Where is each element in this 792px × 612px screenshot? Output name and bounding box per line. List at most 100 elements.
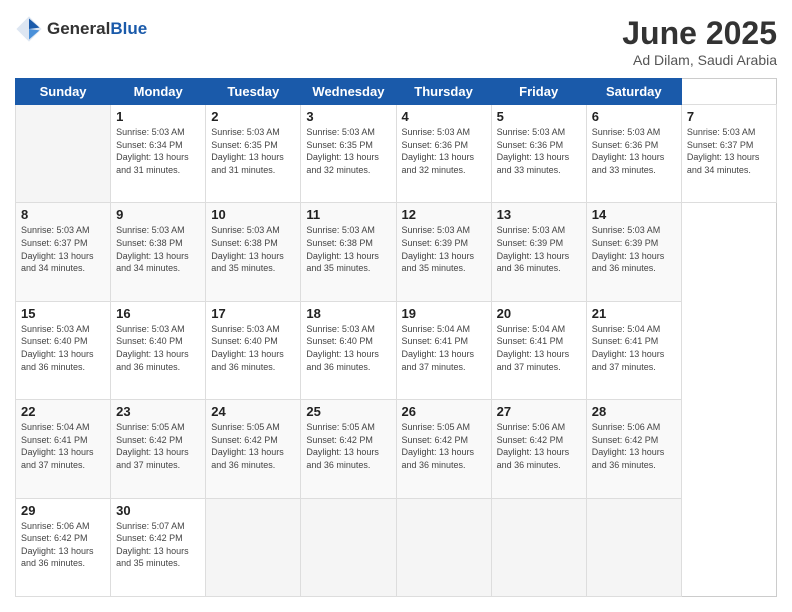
- main-title: June 2025: [622, 15, 777, 52]
- calendar-cell: 1 Sunrise: 5:03 AM Sunset: 6:34 PM Daylig…: [111, 105, 206, 203]
- day-number: 16: [116, 306, 200, 321]
- calendar-week-3: 15 Sunrise: 5:03 AM Sunset: 6:40 PM Dayli…: [16, 301, 777, 399]
- calendar-cell: 4 Sunrise: 5:03 AM Sunset: 6:36 PM Daylig…: [396, 105, 491, 203]
- day-number: 7: [687, 109, 771, 124]
- calendar-cell: 28 Sunrise: 5:06 AM Sunset: 6:42 PM Dayli…: [586, 400, 681, 498]
- calendar-week-2: 8 Sunrise: 5:03 AM Sunset: 6:37 PM Daylig…: [16, 203, 777, 301]
- col-header-friday: Friday: [491, 79, 586, 105]
- calendar-cell: [16, 105, 111, 203]
- header: GeneralBlue June 2025 Ad Dilam, Saudi Ar…: [15, 15, 777, 68]
- calendar-cell: 19 Sunrise: 5:04 AM Sunset: 6:41 PM Dayli…: [396, 301, 491, 399]
- calendar-cell: 17Sunrise: 5:03 AM Sunset: 6:40 PM Dayli…: [206, 301, 301, 399]
- calendar-cell: 20 Sunrise: 5:04 AM Sunset: 6:41 PM Dayli…: [491, 301, 586, 399]
- logo-general: General: [47, 19, 110, 38]
- day-info: Sunrise: 5:03 AM Sunset: 6:40 PM Dayligh…: [21, 323, 105, 373]
- page: GeneralBlue June 2025 Ad Dilam, Saudi Ar…: [0, 0, 792, 612]
- col-header-monday: Monday: [111, 79, 206, 105]
- day-info: Sunrise: 5:03 AM Sunset: 6:40 PM Dayligh…: [116, 323, 200, 373]
- calendar-cell: 13Sunrise: 5:03 AM Sunset: 6:39 PM Dayli…: [491, 203, 586, 301]
- col-header-tuesday: Tuesday: [206, 79, 301, 105]
- day-number: 15: [21, 306, 105, 321]
- day-info: Sunrise: 5:04 AM Sunset: 6:41 PM Dayligh…: [402, 323, 486, 373]
- day-info: Sunrise: 5:06 AM Sunset: 6:42 PM Dayligh…: [21, 520, 105, 570]
- calendar-cell: 7Sunrise: 5:03 AM Sunset: 6:37 PM Daylig…: [681, 105, 776, 203]
- day-info: Sunrise: 5:05 AM Sunset: 6:42 PM Dayligh…: [306, 421, 390, 471]
- day-number: 8: [21, 207, 105, 222]
- col-header-thursday: Thursday: [396, 79, 491, 105]
- day-number: 19: [402, 306, 486, 321]
- calendar-cell: 3 Sunrise: 5:03 AM Sunset: 6:35 PM Daylig…: [301, 105, 396, 203]
- calendar-cell: 16 Sunrise: 5:03 AM Sunset: 6:40 PM Dayli…: [111, 301, 206, 399]
- day-number: 27: [497, 404, 581, 419]
- calendar: SundayMondayTuesdayWednesdayThursdayFrid…: [15, 78, 777, 597]
- calendar-cell: 15 Sunrise: 5:03 AM Sunset: 6:40 PM Dayli…: [16, 301, 111, 399]
- calendar-cell: 8 Sunrise: 5:03 AM Sunset: 6:37 PM Daylig…: [16, 203, 111, 301]
- col-header-wednesday: Wednesday: [301, 79, 396, 105]
- day-info: Sunrise: 5:03 AM Sunset: 6:37 PM Dayligh…: [21, 224, 105, 274]
- calendar-cell: 18Sunrise: 5:03 AM Sunset: 6:40 PM Dayli…: [301, 301, 396, 399]
- day-number: 1: [116, 109, 200, 124]
- logo-text: GeneralBlue: [47, 19, 147, 39]
- calendar-cell: 5 Sunrise: 5:03 AM Sunset: 6:36 PM Daylig…: [491, 105, 586, 203]
- day-info: Sunrise: 5:04 AM Sunset: 6:41 PM Dayligh…: [497, 323, 581, 373]
- calendar-cell: [586, 498, 681, 596]
- day-number: 25: [306, 404, 390, 419]
- day-info: Sunrise: 5:03 AM Sunset: 6:36 PM Dayligh…: [497, 126, 581, 176]
- logo-icon: [15, 15, 43, 43]
- calendar-cell: 25 Sunrise: 5:05 AM Sunset: 6:42 PM Dayli…: [301, 400, 396, 498]
- day-info: Sunrise: 5:03 AM Sunset: 6:38 PM Dayligh…: [116, 224, 200, 274]
- calendar-cell: 26 Sunrise: 5:05 AM Sunset: 6:42 PM Dayli…: [396, 400, 491, 498]
- day-info: Sunrise: 5:03 AM Sunset: 6:35 PM Dayligh…: [306, 126, 390, 176]
- day-number: 20: [497, 306, 581, 321]
- day-number: 24: [211, 404, 295, 419]
- day-info: Sunrise: 5:04 AM Sunset: 6:41 PM Dayligh…: [21, 421, 105, 471]
- day-number: 3: [306, 109, 390, 124]
- day-info: Sunrise: 5:03 AM Sunset: 6:40 PM Dayligh…: [306, 323, 390, 373]
- day-info: Sunrise: 5:03 AM Sunset: 6:35 PM Dayligh…: [211, 126, 295, 176]
- calendar-cell: [491, 498, 586, 596]
- calendar-cell: 22 Sunrise: 5:04 AM Sunset: 6:41 PM Dayli…: [16, 400, 111, 498]
- calendar-cell: 2 Sunrise: 5:03 AM Sunset: 6:35 PM Daylig…: [206, 105, 301, 203]
- calendar-cell: 9Sunrise: 5:03 AM Sunset: 6:38 PM Daylig…: [111, 203, 206, 301]
- day-number: 23: [116, 404, 200, 419]
- calendar-cell: 27 Sunrise: 5:06 AM Sunset: 6:42 PM Dayli…: [491, 400, 586, 498]
- day-info: Sunrise: 5:03 AM Sunset: 6:34 PM Dayligh…: [116, 126, 200, 176]
- day-info: Sunrise: 5:03 AM Sunset: 6:36 PM Dayligh…: [402, 126, 486, 176]
- day-info: Sunrise: 5:06 AM Sunset: 6:42 PM Dayligh…: [592, 421, 676, 471]
- calendar-week-4: 22 Sunrise: 5:04 AM Sunset: 6:41 PM Dayli…: [16, 400, 777, 498]
- day-number: 21: [592, 306, 676, 321]
- day-info: Sunrise: 5:03 AM Sunset: 6:39 PM Dayligh…: [402, 224, 486, 274]
- calendar-cell: 14Sunrise: 5:03 AM Sunset: 6:39 PM Dayli…: [586, 203, 681, 301]
- calendar-cell: 10Sunrise: 5:03 AM Sunset: 6:38 PM Dayli…: [206, 203, 301, 301]
- calendar-cell: 12 Sunrise: 5:03 AM Sunset: 6:39 PM Dayli…: [396, 203, 491, 301]
- day-number: 26: [402, 404, 486, 419]
- day-number: 12: [402, 207, 486, 222]
- day-number: 28: [592, 404, 676, 419]
- day-number: 2: [211, 109, 295, 124]
- day-info: Sunrise: 5:04 AM Sunset: 6:41 PM Dayligh…: [592, 323, 676, 373]
- calendar-week-1: 1 Sunrise: 5:03 AM Sunset: 6:34 PM Daylig…: [16, 105, 777, 203]
- day-number: 10: [211, 207, 295, 222]
- day-info: Sunrise: 5:03 AM Sunset: 6:39 PM Dayligh…: [592, 224, 676, 274]
- day-info: Sunrise: 5:03 AM Sunset: 6:36 PM Dayligh…: [592, 126, 676, 176]
- logo-blue: Blue: [110, 19, 147, 38]
- calendar-cell: 30Sunrise: 5:07 AM Sunset: 6:42 PM Dayli…: [111, 498, 206, 596]
- day-number: 11: [306, 207, 390, 222]
- calendar-week-5: 29 Sunrise: 5:06 AM Sunset: 6:42 PM Dayli…: [16, 498, 777, 596]
- day-info: Sunrise: 5:05 AM Sunset: 6:42 PM Dayligh…: [402, 421, 486, 471]
- day-info: Sunrise: 5:06 AM Sunset: 6:42 PM Dayligh…: [497, 421, 581, 471]
- calendar-cell: [206, 498, 301, 596]
- day-info: Sunrise: 5:05 AM Sunset: 6:42 PM Dayligh…: [116, 421, 200, 471]
- day-number: 22: [21, 404, 105, 419]
- day-number: 13: [497, 207, 581, 222]
- day-info: Sunrise: 5:03 AM Sunset: 6:38 PM Dayligh…: [306, 224, 390, 274]
- subtitle: Ad Dilam, Saudi Arabia: [622, 52, 777, 68]
- calendar-cell: 21 Sunrise: 5:04 AM Sunset: 6:41 PM Dayli…: [586, 301, 681, 399]
- day-number: 4: [402, 109, 486, 124]
- calendar-cell: 24Sunrise: 5:05 AM Sunset: 6:42 PM Dayli…: [206, 400, 301, 498]
- day-info: Sunrise: 5:07 AM Sunset: 6:42 PM Dayligh…: [116, 520, 200, 570]
- day-number: 5: [497, 109, 581, 124]
- col-header-sunday: Sunday: [16, 79, 111, 105]
- col-header-saturday: Saturday: [586, 79, 681, 105]
- day-number: 29: [21, 503, 105, 518]
